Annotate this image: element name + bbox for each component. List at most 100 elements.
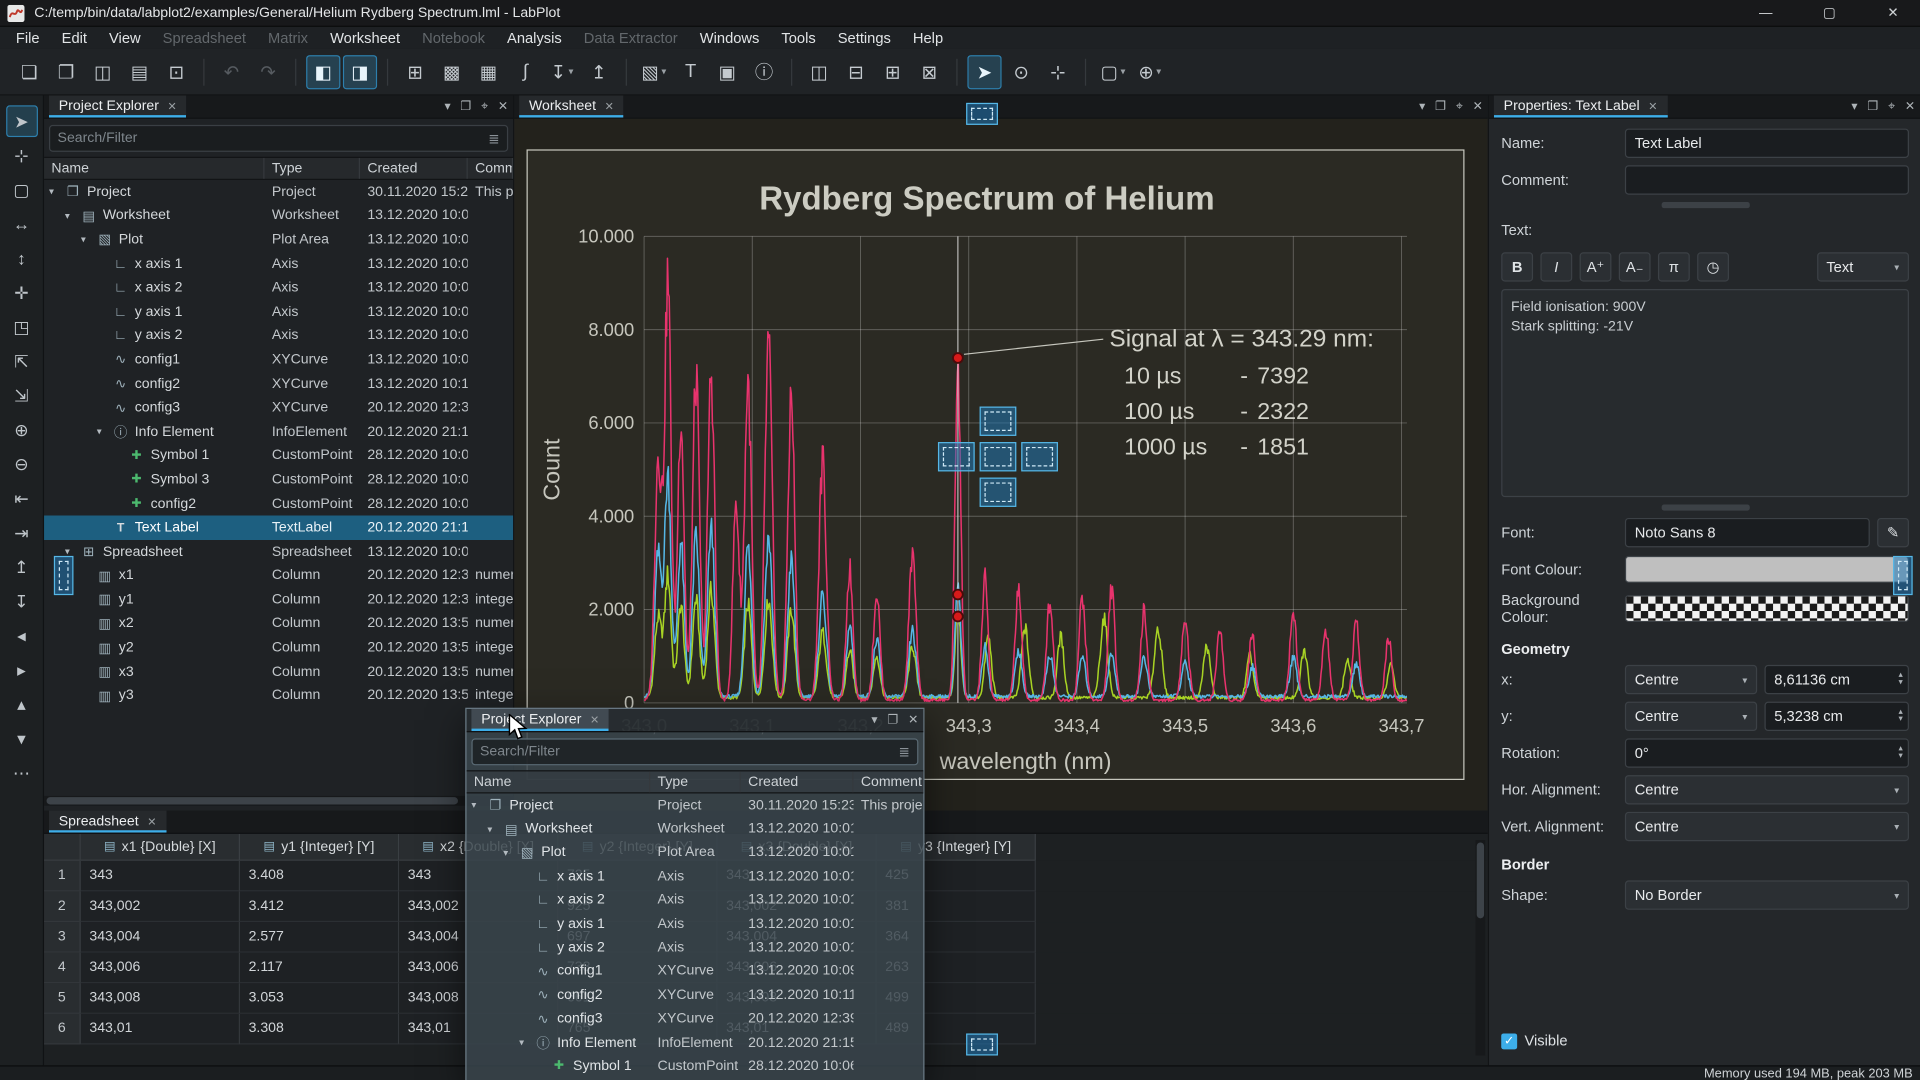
dock-float-icon[interactable]: ❐ [460,100,471,113]
new-plot-button[interactable]: ▧▾ [637,54,671,88]
auto-scale-x-tool-button[interactable]: ⇱ [6,345,38,377]
horizontal-scrollbar[interactable] [44,796,514,806]
horizontal-layout-button[interactable]: ⊟ [839,54,873,88]
new-matrix-button[interactable]: ▩ [435,54,469,88]
row-number[interactable]: 4 [44,953,81,984]
tree-row-symbol-1[interactable]: ✚Symbol 1CustomPoint28.12.2020 10:06 [44,444,513,468]
expander-icon[interactable]: ▾ [97,426,112,437]
tree-row-x-axis-1[interactable]: ∟x axis 1Axis13.12.2020 10:01 [467,865,924,889]
tree-row-y1[interactable]: ▥y1Column20.12.2020 12:39integer da [44,588,513,612]
tab-spreadsheet[interactable]: Spreadsheet ✕ [49,811,166,833]
tree-row-config1[interactable]: ∿config1XYCurve13.12.2020 10:09 [44,348,513,372]
spreadsheet-cell[interactable]: 343,004 [81,922,240,953]
spreadsheet-cell[interactable]: 343,006 [81,953,240,984]
filter-icon[interactable]: ≣ [488,130,499,146]
background-colour-swatch[interactable] [1625,595,1909,622]
dock-pin-icon[interactable]: ⌖ [1456,100,1463,113]
column-header[interactable]: ▤x1 {Double} [X] [81,834,240,861]
print-preview-button[interactable]: ⊡ [159,54,193,88]
menu-tools[interactable]: Tools [770,27,826,49]
new-project-button[interactable]: ❏ [12,54,46,88]
resize-handle[interactable] [1661,202,1749,208]
column-header[interactable]: ▤y1 {Integer} [Y] [240,834,399,861]
tree-row-symbol-3[interactable]: ✚Symbol 3CustomPoint28.12.2020 10:06 [44,468,513,492]
zoom-mode-button[interactable]: ▢▾ [1096,54,1130,88]
column-header-type[interactable]: Type [264,158,360,179]
grid-layout-button[interactable]: ⊞ [876,54,910,88]
maximize-button[interactable]: ▢ [1802,0,1856,26]
tree-row-info-element[interactable]: ▾ⓘInfo ElementInfoElement20.12.2020 21:1… [44,420,513,444]
font-field[interactable]: Noto Sans 8 [1625,518,1870,547]
zoom-select-tool-button[interactable]: ▢ [6,174,38,206]
tab-worksheet[interactable]: Worksheet ✕ [519,96,623,118]
superscript-button[interactable]: A⁺ [1580,252,1612,281]
add-text-label-button[interactable]: T [673,54,707,88]
auto-scale-y-tool-button[interactable]: ⇲ [6,380,38,412]
vertical-scrollbar[interactable] [1476,840,1486,1056]
new-notebook-button[interactable]: ∫ [508,54,542,88]
tree-row-symbol-1[interactable]: ✚Symbol 1CustomPoint28.12.2020 10:06 [467,1055,924,1079]
dock-menu-icon[interactable]: ▾ [444,100,450,113]
tree-row-y-axis-1[interactable]: ∟y axis 1Axis13.12.2020 10:01 [44,300,513,324]
tree-row-text-label[interactable]: TText LabelTextLabel20.12.2020 21:13 [44,516,513,540]
tree-row-config2[interactable]: ✚config2CustomPoint28.12.2020 10:06 [44,492,513,516]
zoom-out-tool-button[interactable]: ⊖ [6,448,38,480]
new-spreadsheet-button[interactable]: ⊞ [398,54,432,88]
font-picker-button[interactable]: ✎ [1877,518,1909,547]
tree-row-x1[interactable]: ▥x1Column20.12.2020 12:39numerical [44,564,513,588]
comment-field[interactable] [1625,165,1909,194]
menu-help[interactable]: Help [902,27,954,49]
visible-checkbox[interactable]: ✓ [1501,1033,1517,1049]
menu-settings[interactable]: Settings [827,27,902,49]
row-number[interactable]: 3 [44,922,81,953]
tree-row-y-axis-2[interactable]: ∟y axis 2Axis13.12.2020 10:01 [44,324,513,348]
x-value-spinner[interactable]: 8,61136 cm ▴▾ [1764,665,1908,694]
shift-right-tool-button[interactable]: ▸ [6,654,38,686]
tree-row-config1[interactable]: ∿config1XYCurve13.12.2020 10:09 [467,960,924,984]
text-content-editor[interactable]: Field ionisation: 900V Stark splitting: … [1501,289,1909,497]
menu-worksheet[interactable]: Worksheet [319,27,411,49]
bold-button[interactable]: B [1501,252,1533,281]
insert-datetime-button[interactable]: ◷ [1697,252,1729,281]
row-number[interactable]: 6 [44,1014,81,1045]
break-layout-button[interactable]: ⊠ [912,54,946,88]
crosshair-tool-button[interactable]: ⊹ [6,140,38,172]
add-info-element-button[interactable]: ⓘ [747,54,781,88]
tab-floating-project-explorer[interactable]: Project Explorer ✕ [471,709,609,731]
custom-point-marker[interactable] [953,353,963,363]
menu-file[interactable]: File [5,27,51,49]
tree-row-config3[interactable]: ∿config3XYCurve20.12.2020 12:39 [467,1007,924,1031]
expander-icon[interactable]: ▾ [81,234,96,245]
export-button[interactable]: ↥ [582,54,616,88]
border-shape-select[interactable]: No Border▾ [1625,880,1909,909]
menu-view[interactable]: View [98,27,152,49]
rotation-spinner[interactable]: 0° ▴▾ [1625,738,1909,767]
zoom-y-select-tool-button[interactable]: ↕ [6,242,38,274]
new-worksheet-button[interactable]: ▦ [471,54,505,88]
tree-row-y2[interactable]: ▥y2Column20.12.2020 13:55integer da [44,636,513,660]
column-header-name[interactable]: Name [44,158,264,179]
spreadsheet-cell[interactable]: 343 [81,861,240,892]
dock-menu-icon[interactable]: ▾ [871,714,877,727]
dock-pin-icon[interactable]: ⌖ [1888,100,1895,113]
tab-properties[interactable]: Properties: Text Label ✕ [1494,96,1667,118]
magnification-button[interactable]: ⊕▾ [1133,54,1167,88]
dock-menu-icon[interactable]: ▾ [1851,100,1857,113]
close-button[interactable]: ✕ [1866,0,1920,26]
tab-close-icon[interactable]: ✕ [168,100,177,113]
vertical-layout-button[interactable]: ◫ [802,54,836,88]
column-header-created[interactable]: Created [741,771,854,792]
select-tool-button[interactable]: ➤ [6,105,38,137]
tree-row-config3[interactable]: ∿config3XYCurve20.12.2020 12:39 [44,396,513,420]
spreadsheet-cell[interactable]: 2.117 [240,953,399,984]
tree-row-x2[interactable]: ▥x2Column20.12.2020 13:55numerical [44,612,513,636]
column-header-type[interactable]: Type [650,771,741,792]
expander-icon[interactable]: ▾ [471,800,486,811]
dock-close-icon[interactable]: ✕ [1473,100,1483,113]
toggle-properties-explorer-button[interactable]: ◨ [343,54,377,88]
spreadsheet-cell[interactable]: 3.412 [240,891,399,922]
expander-icon[interactable]: ▾ [65,210,80,221]
tab-project-explorer[interactable]: Project Explorer ✕ [49,96,187,118]
tree-row-y3[interactable]: ▥y3Column20.12.2020 13:56integer da [44,684,513,708]
minimize-button[interactable]: — [1739,0,1793,26]
